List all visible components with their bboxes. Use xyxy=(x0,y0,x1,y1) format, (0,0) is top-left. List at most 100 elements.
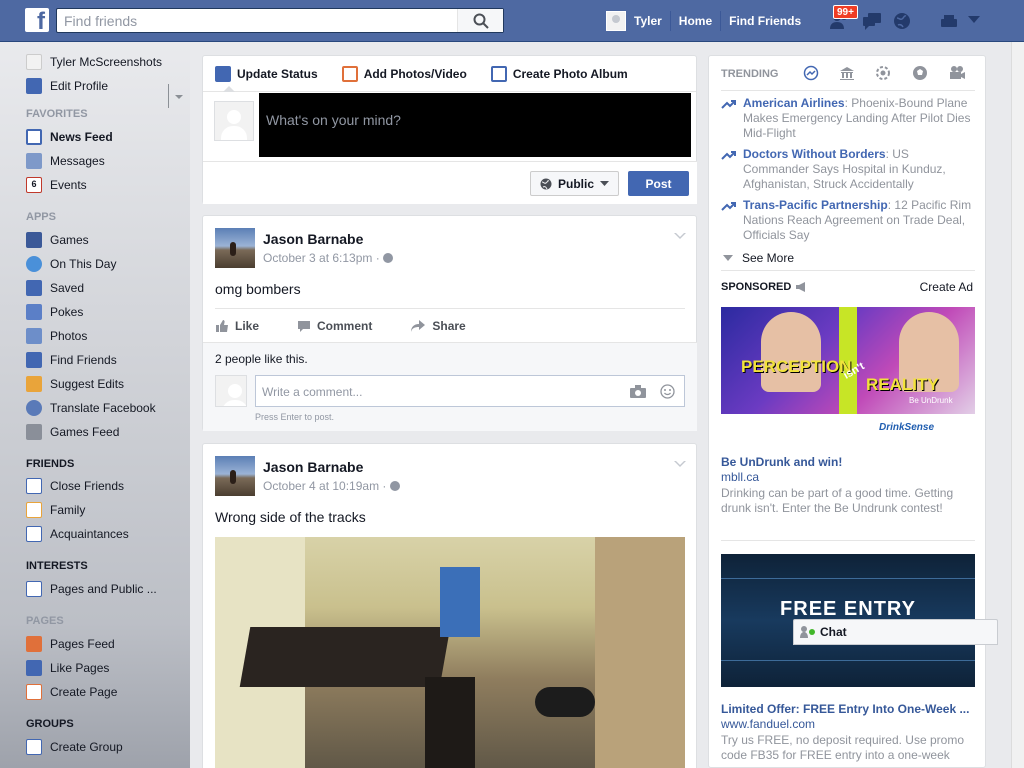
facebook-logo[interactable]: f xyxy=(25,8,49,32)
post-feedback: 2 people like this. Write a comment... P… xyxy=(203,342,697,431)
search-button[interactable] xyxy=(457,9,503,32)
sidebar-item-suggest-edits[interactable]: Suggest Edits xyxy=(26,374,124,394)
divider xyxy=(721,270,975,271)
events-icon: 6 xyxy=(26,177,42,193)
sidebar-item-find-friends[interactable]: Find Friends xyxy=(26,350,117,370)
sidebar-item-family[interactable]: Family xyxy=(26,500,85,520)
emoji-icon[interactable] xyxy=(660,384,675,399)
sidebar-item-games[interactable]: Games xyxy=(26,230,89,250)
ad-image[interactable]: PERCEPTION isn't REALITY Be UnDrunk Drin… xyxy=(721,307,975,440)
search-input[interactable] xyxy=(57,9,457,32)
friends-heading: FRIENDS xyxy=(26,458,75,470)
games-feed-icon xyxy=(26,424,42,440)
like-count[interactable]: 2 people like this. xyxy=(215,352,308,366)
tab-add-photos[interactable]: Add Photos/Video xyxy=(341,65,467,82)
user-avatar[interactable] xyxy=(606,11,626,31)
post-author-avatar[interactable] xyxy=(215,228,255,268)
sidebar-item-label: Translate Facebook xyxy=(50,401,156,415)
like-button[interactable]: Like xyxy=(215,319,259,333)
sidebar-profile[interactable]: Tyler McScreenshots xyxy=(26,52,162,72)
nav-home[interactable]: Home xyxy=(671,11,722,31)
comment-input[interactable]: Write a comment... xyxy=(255,375,685,407)
page-scrollbar[interactable] xyxy=(1011,42,1024,768)
create-ad-link[interactable]: Create Ad xyxy=(920,280,973,294)
edit-pencil-icon xyxy=(26,78,42,94)
trending-item[interactable]: Doctors Without Borders: US Commander Sa… xyxy=(721,147,977,192)
post-timestamp[interactable]: October 3 at 6:13pm · xyxy=(263,251,394,265)
trending-politics-icon[interactable] xyxy=(839,65,855,81)
tab-create-album[interactable]: Create Photo Album xyxy=(490,65,628,82)
sidebar-edit-profile[interactable]: Edit Profile xyxy=(26,76,108,96)
messages-jewel-icon[interactable] xyxy=(862,12,882,30)
privacy-lock-icon[interactable] xyxy=(940,12,958,30)
ad-text-reality: REALITY xyxy=(866,375,939,394)
sidebar-item-pages-feed[interactable]: Pages Feed xyxy=(26,634,115,654)
status-input[interactable]: What's on your mind? xyxy=(259,93,691,157)
ad-domain[interactable]: mbll.ca xyxy=(721,470,759,484)
sidebar-item-on-this-day[interactable]: On This Day xyxy=(26,254,116,274)
sidebar-item-close-friends[interactable]: Close Friends xyxy=(26,476,124,496)
trending-science-icon[interactable] xyxy=(875,65,891,81)
selection-divider xyxy=(168,84,169,108)
sidebar-item-translate[interactable]: Translate Facebook xyxy=(26,398,156,418)
sidebar-item-create-page[interactable]: Create Page xyxy=(26,682,117,702)
privacy-selector[interactable]: Public xyxy=(530,171,619,196)
chevron-down-icon xyxy=(600,180,609,186)
post-photo[interactable] xyxy=(215,537,685,768)
camera-icon[interactable] xyxy=(630,385,646,398)
sidebar-item-acquaintances[interactable]: Acquaintances xyxy=(26,524,129,544)
sponsored-label: SPONSORED xyxy=(721,281,792,293)
sidebar-item-games-feed[interactable]: Games Feed xyxy=(26,422,119,442)
groups-heading: GROUPS xyxy=(26,718,74,730)
sidebar-item-label: Photos xyxy=(50,329,88,343)
trending-item[interactable]: Trans-Pacific Partnership: 12 Pacific Ri… xyxy=(721,198,977,243)
ad-body: Try us FREE, no deposit required. Use pr… xyxy=(721,733,964,762)
post-button[interactable]: Post xyxy=(628,171,689,196)
chat-bar[interactable]: Chat xyxy=(793,619,998,645)
trending-heading: TRENDING xyxy=(721,68,779,80)
commenter-avatar xyxy=(215,375,247,407)
post-timestamp[interactable]: October 4 at 10:19am · xyxy=(263,479,400,493)
sidebar-item-events[interactable]: 6 Events xyxy=(26,175,87,195)
ad-domain[interactable]: www.fanduel.com xyxy=(721,717,815,731)
suggest-edits-icon xyxy=(26,376,42,392)
on-this-day-icon xyxy=(26,256,42,272)
see-more-link[interactable]: See More xyxy=(723,251,794,265)
trending-item[interactable]: American Airlines: Phoenix-Bound Plane M… xyxy=(721,96,977,141)
sidebar-item-label: Close Friends xyxy=(50,479,125,493)
sidebar-item-pages-public[interactable]: Pages and Public ... xyxy=(26,579,157,599)
post-options-chevron-icon[interactable] xyxy=(674,233,686,239)
nav-find-friends[interactable]: Find Friends xyxy=(721,11,809,31)
trending-sports-icon[interactable] xyxy=(912,65,928,81)
sidebar-item-pokes[interactable]: Pokes xyxy=(26,302,83,322)
news-feed-options-icon[interactable] xyxy=(175,95,183,99)
post-author-name[interactable]: Jason Barnabe xyxy=(263,231,363,247)
notifications-globe-icon[interactable] xyxy=(893,12,911,30)
nav-user-name[interactable]: Tyler xyxy=(626,11,671,31)
trending-topic[interactable]: Doctors Without Borders xyxy=(743,147,886,161)
ad-title[interactable]: Limited Offer: FREE Entry Into One-Week … xyxy=(721,702,975,716)
sidebar-item-create-group[interactable]: Create Group xyxy=(26,737,123,757)
account-menu-chevron-icon[interactable] xyxy=(968,16,980,24)
sidebar-item-photos[interactable]: Photos xyxy=(26,326,87,346)
ad-title[interactable]: Be UnDrunk and win! xyxy=(721,455,975,469)
sidebar-item-saved[interactable]: Saved xyxy=(26,278,84,298)
trending-topic[interactable]: American Airlines xyxy=(743,96,845,110)
comment-button[interactable]: Comment xyxy=(297,319,372,333)
post-author-avatar[interactable] xyxy=(215,456,255,496)
trending-topic[interactable]: Trans-Pacific Partnership xyxy=(743,198,888,212)
post-author-name[interactable]: Jason Barnabe xyxy=(263,459,363,475)
share-button[interactable]: Share xyxy=(410,319,466,333)
sidebar-item-like-pages[interactable]: Like Pages xyxy=(26,658,109,678)
games-icon xyxy=(26,232,42,248)
post-options-chevron-icon[interactable] xyxy=(674,461,686,467)
search-icon xyxy=(473,13,489,29)
composer-tabs: Update Status Add Photos/Video Create Ph… xyxy=(203,56,696,92)
trending-all-icon[interactable] xyxy=(803,65,819,81)
tab-update-status[interactable]: Update Status xyxy=(215,65,318,82)
ad-person-left xyxy=(761,312,821,392)
sidebar-item-label: Saved xyxy=(50,281,85,295)
trending-entertainment-icon[interactable] xyxy=(949,65,965,81)
sidebar-item-messages[interactable]: Messages xyxy=(26,151,105,171)
sidebar-item-news-feed[interactable]: News Feed xyxy=(26,127,113,147)
